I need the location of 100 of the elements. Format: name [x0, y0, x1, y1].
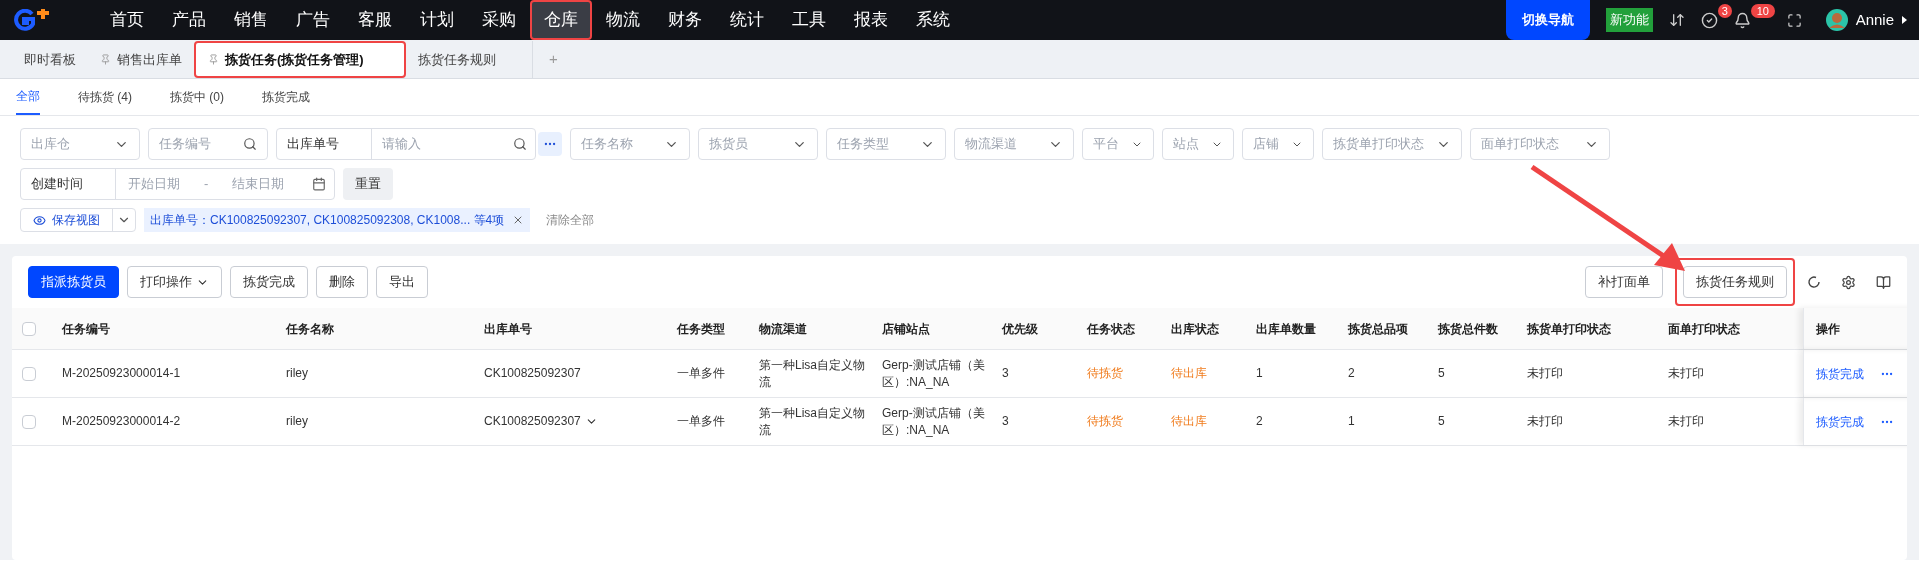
caret-icon[interactable]: [1902, 16, 1907, 24]
column-header: 出库单数量: [1255, 320, 1317, 338]
column-header: 任务编号: [61, 320, 111, 338]
column-header: 操作: [1803, 308, 1907, 349]
table-cell: 5: [1438, 413, 1445, 430]
table-cell: 2: [1348, 365, 1355, 382]
column-header: 任务类型: [676, 320, 726, 338]
row-checkbox[interactable]: [22, 414, 36, 429]
complete-link[interactable]: 拣货完成: [1816, 412, 1864, 431]
table-cell: 5: [1438, 365, 1445, 382]
table-cell: 待拣货: [1087, 365, 1123, 382]
table-cell-text: Gerp-测试店铺（美区）:NA_NA: [882, 404, 986, 439]
count-badge: 10: [1750, 3, 1775, 18]
nav-item[interactable]: 报表: [840, 0, 902, 40]
nav-item[interactable]: 系统: [902, 0, 964, 40]
sort-icon[interactable]: [1668, 12, 1685, 28]
column-header: 拣货总件数: [1437, 320, 1499, 338]
table-cell: 未打印: [1527, 365, 1563, 382]
table-cell: 待出库: [1171, 413, 1207, 430]
search-icon: [243, 137, 257, 151]
toolbar-button[interactable]: 打印操作: [127, 266, 222, 298]
user-name[interactable]: Annie: [1855, 8, 1894, 32]
complete-link[interactable]: 拣货完成: [1816, 364, 1864, 383]
nav-item[interactable]: 广告: [282, 0, 344, 40]
bell-icon[interactable]: [1733, 11, 1751, 29]
field-label: 出库单号: [277, 129, 372, 159]
page-tab[interactable]: 销售出库单: [88, 41, 194, 78]
count-badge: 3: [1717, 3, 1732, 18]
column-header: 出库状态: [1170, 320, 1220, 338]
nav-item[interactable]: 客服: [344, 0, 406, 40]
settings-icon[interactable]: [1841, 274, 1856, 290]
column-header: 物流渠道: [758, 320, 808, 338]
fullscreen-icon[interactable]: [1786, 12, 1802, 28]
table-cell: M-20250923000014-2: [62, 413, 181, 430]
nav-item[interactable]: 计划: [406, 0, 468, 40]
table-cell: CK100825092307: [484, 365, 581, 382]
table-cell: 未打印: [1527, 413, 1563, 430]
page-tab[interactable]: 即时看板: [12, 41, 88, 78]
nav-item[interactable]: 仓库: [530, 0, 592, 40]
status-tab[interactable]: 拣货完成: [262, 79, 310, 115]
nav-item[interactable]: 工具: [778, 0, 840, 40]
nav-item[interactable]: 产品: [158, 0, 220, 40]
table-cell: 待出库: [1171, 365, 1207, 382]
refresh-icon[interactable]: [1807, 275, 1821, 289]
table-cell: 3: [1002, 413, 1009, 430]
avatar-icon[interactable]: [1825, 9, 1848, 31]
status-tab[interactable]: 待拣货 (4): [78, 79, 132, 115]
filter-tag[interactable]: 出库单号：CK100825092307, CK100825092308, CK1008... 等4项: [144, 208, 531, 232]
table-cell: riley: [286, 365, 308, 382]
table-cell: 3: [1002, 365, 1009, 382]
nav-item[interactable]: 采购: [468, 0, 530, 40]
date-range-field[interactable]: 创建时间 开始日期 - 结束日期: [20, 168, 335, 200]
book-icon[interactable]: [1876, 274, 1891, 290]
column-header: 优先级: [1000, 320, 1039, 338]
nav-item[interactable]: 统计: [716, 0, 778, 40]
calendar-icon: [312, 177, 326, 191]
table-cell: 2: [1256, 413, 1263, 430]
toolbar-button[interactable]: 拣货完成: [230, 266, 308, 298]
table-cell: 待拣货: [1087, 413, 1123, 430]
field-placeholder: 请输入: [381, 135, 422, 154]
table-cell: 1: [1348, 413, 1355, 430]
table-cell: 一单多件: [677, 413, 725, 430]
status-tab[interactable]: 拣货中 (0): [170, 79, 224, 115]
row-checkbox[interactable]: [22, 366, 36, 381]
column-header: 任务状态: [1086, 320, 1136, 338]
nav-item[interactable]: 物流: [592, 0, 654, 40]
column-header: 拣货总品项: [1347, 320, 1409, 338]
status-tab[interactable]: 全部: [16, 79, 40, 115]
nav-item[interactable]: 财务: [654, 0, 716, 40]
nav-item[interactable]: 销售: [220, 0, 282, 40]
toolbar-button[interactable]: 拣货任务规则: [1683, 266, 1787, 298]
task-icon[interactable]: [1700, 11, 1718, 29]
search-icon: [513, 137, 527, 151]
table-cell: M-20250923000014-1: [62, 365, 181, 382]
toolbar-button[interactable]: 删除: [316, 266, 368, 298]
table-cell: CK100825092307: [484, 413, 581, 430]
table-cell: riley: [286, 413, 308, 430]
reset-button[interactable]: 重置: [343, 168, 393, 200]
filter-field[interactable]: 出库单号 请输入: [276, 128, 536, 160]
column-header: 店铺站点: [881, 320, 931, 338]
table-cell: 1: [1256, 365, 1263, 382]
switch-nav-button[interactable]: 切换导航: [1505, 0, 1590, 40]
column-header: 拣货单打印状态: [1526, 320, 1612, 338]
column-header: 任务名称: [285, 320, 335, 338]
page-tab[interactable]: 拣货任务(拣货任务管理): [194, 41, 406, 78]
pin-icon: [208, 54, 219, 65]
table-cell-text: Gerp-测试店铺（美区）:NA_NA: [882, 356, 986, 391]
nav-item[interactable]: 首页: [96, 0, 158, 40]
clear-all-link[interactable]: 清除全部: [546, 211, 595, 229]
table-cell: 未打印: [1668, 365, 1704, 382]
table-cell-text: 第一种Lisa自定义物流: [759, 404, 866, 439]
toolbar-button[interactable]: 指派拣货员: [28, 266, 119, 298]
toolbar-button[interactable]: 导出: [376, 266, 428, 298]
page-tab[interactable]: 拣货任务规则: [406, 41, 508, 78]
column-header: 出库单号: [483, 320, 533, 338]
table-cell-text: 第一种Lisa自定义物流: [759, 356, 866, 391]
toolbar-button[interactable]: 补打面单: [1585, 266, 1663, 298]
table-cell: 一单多件: [677, 365, 725, 382]
eye-icon: [33, 213, 46, 227]
select-all-checkbox[interactable]: [22, 321, 36, 336]
